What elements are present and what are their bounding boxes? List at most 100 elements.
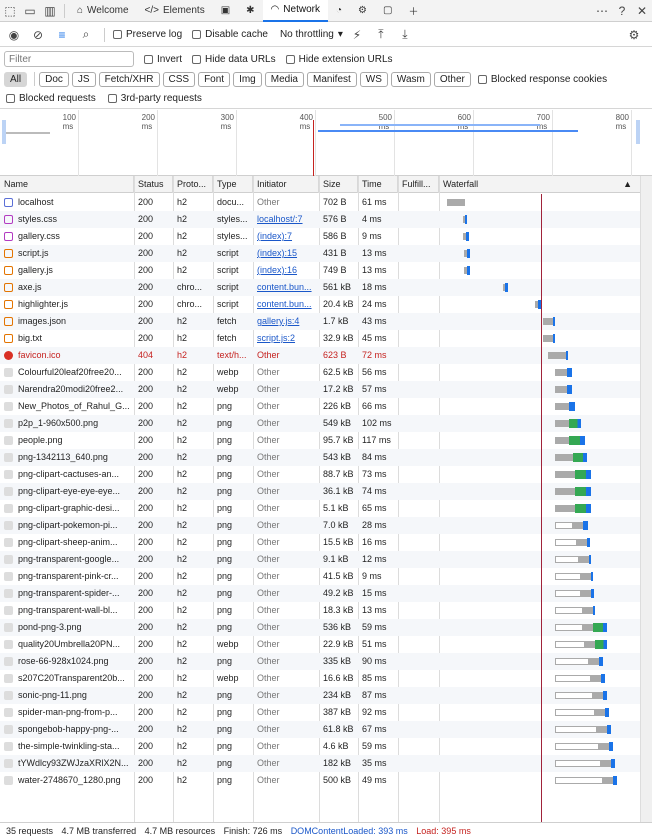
column-header-size[interactable]: Size — [319, 176, 358, 193]
table-row[interactable]: highlighter.js 200 chro... script content.bu… — [0, 296, 640, 313]
invert-checkbox[interactable]: Invert — [144, 54, 182, 65]
table-row[interactable]: p2p_1-960x500.png 200 h2 png Other 549 kB 102 … — [0, 415, 640, 432]
table-row[interactable]: quality20Umbrella20PN... 200 h2 webp Other 22… — [0, 636, 640, 653]
table-row[interactable]: spongebob-happy-png-... 200 h2 png Other 61.8… — [0, 721, 640, 738]
table-row[interactable]: gallery.js 200 h2 script (index):16 749 B 13 m… — [0, 262, 640, 279]
table-row[interactable]: png-clipart-sheep-anim... 200 h2 png Other 15… — [0, 534, 640, 551]
overview-handle-right[interactable] — [636, 120, 640, 144]
table-row[interactable]: styles.css 200 h2 styles... localhost/:7 576 … — [0, 211, 640, 228]
help-icon[interactable]: ? — [612, 1, 632, 21]
tab-settings[interactable]: ⚙ — [350, 0, 375, 22]
table-row[interactable]: png-clipart-eye-eye-eye... 200 h2 png Other 3… — [0, 483, 640, 500]
tab-application[interactable]: ▢ — [375, 0, 400, 22]
cell-init[interactable]: content.bun... — [253, 296, 319, 313]
column-header-waterfall[interactable]: Waterfall ▲ — [439, 176, 640, 193]
table-row[interactable]: images.json 200 h2 fetch gallery.js:4 1.7 kB 4… — [0, 313, 640, 330]
filter-input[interactable] — [4, 51, 134, 67]
cell-init[interactable]: script.js:2 — [253, 330, 319, 347]
preserve-log-checkbox[interactable]: Preserve log — [113, 29, 182, 40]
tab-welcome[interactable]: ⌂ Welcome — [69, 0, 137, 22]
table-row[interactable]: png-clipart-graphic-desi... 200 h2 png Other… — [0, 500, 640, 517]
table-row[interactable]: sonic-png-11.png 200 h2 png Other 234 kB 87 ms — [0, 687, 640, 704]
type-chip-img[interactable]: Img — [233, 71, 262, 87]
table-row[interactable]: png-transparent-pink-cr... 200 h2 png Other 4… — [0, 568, 640, 585]
network-overview[interactable]: 100 ms 200 ms 300 ms 400 ms 500 ms 600 m… — [0, 110, 652, 176]
cell-init[interactable]: (index):7 — [253, 228, 319, 245]
table-row[interactable]: water-2748670_1280.png 200 h2 png Other 500 k… — [0, 772, 640, 789]
type-chip-css[interactable]: CSS — [162, 71, 196, 87]
blocked-requests-checkbox[interactable]: Blocked requests — [6, 93, 96, 104]
sidebar-toggle-icon[interactable]: ▥ — [40, 1, 60, 21]
table-row[interactable]: png-clipart-cactuses-an... 200 h2 png Other 8… — [0, 466, 640, 483]
clear-icon[interactable]: ⊘ — [28, 25, 48, 45]
type-chip-other[interactable]: Other — [433, 71, 471, 87]
add-tab-button[interactable]: ＋ — [400, 0, 426, 22]
table-row[interactable]: Narendra20modi20free2... 200 h2 webp Other 17… — [0, 381, 640, 398]
record-icon[interactable]: ◉ — [4, 25, 24, 45]
type-chip-doc[interactable]: Doc — [39, 71, 69, 87]
export-icon[interactable]: ⤓ — [395, 25, 415, 45]
table-row[interactable]: rose-66-928x1024.png 200 h2 png Other 335 kB 9… — [0, 653, 640, 670]
throttling-select[interactable]: No throttling ▾ — [280, 29, 343, 40]
tab-performance[interactable]: ◔ — [328, 0, 350, 22]
hide-extension-urls-checkbox[interactable]: Hide extension URLs — [285, 54, 393, 65]
hide-data-urls-checkbox[interactable]: Hide data URLs — [192, 54, 276, 65]
table-row[interactable]: people.png 200 h2 png Other 95.7 kB 117 ms — [0, 432, 640, 449]
column-header-name[interactable]: Name — [0, 176, 134, 193]
type-chip-wasm[interactable]: Wasm — [390, 71, 431, 87]
more-icon[interactable]: ⋯ — [592, 1, 612, 21]
disable-cache-checkbox[interactable]: Disable cache — [192, 29, 268, 40]
cell-init[interactable]: (index):15 — [253, 245, 319, 262]
cell-init[interactable]: localhost/:7 — [253, 211, 319, 228]
table-row[interactable]: New_Photos_of_Rahul_G... 200 h2 png Other 226… — [0, 398, 640, 415]
type-chip-manifest[interactable]: Manifest — [307, 71, 357, 87]
device-toggle-icon[interactable]: ▭ — [20, 1, 40, 21]
table-row[interactable]: spider-man-png-from-p... 200 h2 png Other 387… — [0, 704, 640, 721]
column-header-status[interactable]: Status — [134, 176, 173, 193]
import-icon[interactable]: ⤒ — [371, 25, 391, 45]
column-header-protocol[interactable]: Proto... — [173, 176, 213, 193]
table-row[interactable]: the-simple-twinkling-sta... 200 h2 png Other… — [0, 738, 640, 755]
type-chip-fetch[interactable]: Fetch/XHR — [98, 71, 160, 87]
network-conditions-icon[interactable]: ⚡ — [347, 25, 367, 45]
column-header-time[interactable]: Time — [358, 176, 398, 193]
table-row[interactable]: pond-png-3.png 200 h2 png Other 536 kB 59 ms — [0, 619, 640, 636]
close-icon[interactable]: ✕ — [632, 1, 652, 21]
table-row[interactable]: script.js 200 h2 script (index):15 431 B 13 ms — [0, 245, 640, 262]
table-row[interactable]: tYWdlcy93ZWJzaXRlX2N... 200 h2 png Other 182 … — [0, 755, 640, 772]
table-row[interactable]: png-clipart-pokemon-pi... 200 h2 png Other 7.… — [0, 517, 640, 534]
table-row[interactable]: png-1342113_640.png 200 h2 png Other 543 kB 84… — [0, 449, 640, 466]
scrollbar[interactable] — [640, 176, 652, 822]
table-row[interactable]: axe.js 200 chro... script content.bun... 561 … — [0, 279, 640, 296]
search-icon[interactable]: ⌕ — [76, 25, 96, 45]
table-row[interactable]: png-transparent-google... 200 h2 png Other 9.… — [0, 551, 640, 568]
type-chip-media[interactable]: Media — [264, 71, 304, 87]
third-party-checkbox[interactable]: 3rd-party requests — [107, 93, 202, 104]
inspect-icon[interactable]: ⬚ — [0, 1, 20, 21]
column-header-initiator[interactable]: Initiator — [253, 176, 319, 193]
tab-network[interactable]: ◠ Network — [262, 0, 328, 22]
filter-icon[interactable]: ≡ — [52, 25, 72, 45]
tab-console[interactable]: ▣ — [213, 0, 238, 22]
table-row[interactable]: localhost 200 h2 docu... Other 702 B 61 ms — [0, 194, 640, 211]
table-row[interactable]: s207C20Transparent20b... 200 h2 webp Other 16… — [0, 670, 640, 687]
type-chip-font[interactable]: Font — [198, 71, 231, 87]
cell-init[interactable]: content.bun... — [253, 279, 319, 296]
cell-init[interactable]: (index):16 — [253, 262, 319, 279]
blocked-cookies-checkbox[interactable]: Blocked response cookies — [477, 74, 607, 85]
table-row[interactable]: gallery.css 200 h2 styles... (index):7 586 B 9… — [0, 228, 640, 245]
tab-sources[interactable]: ✱ — [238, 0, 262, 22]
column-header-type[interactable]: Type — [213, 176, 253, 193]
table-row[interactable]: png-transparent-wall-bl... 200 h2 png Other 1… — [0, 602, 640, 619]
cell-init[interactable]: gallery.js:4 — [253, 313, 319, 330]
table-row[interactable]: favicon.ico 404 h2 text/h... Other 623 B 72 ms — [0, 347, 640, 364]
settings-gear-icon[interactable]: ⚙ — [624, 25, 644, 45]
type-chip-all[interactable]: All — [4, 71, 28, 87]
table-row[interactable]: Colourful20leaf20free20... 200 h2 webp Other… — [0, 364, 640, 381]
column-header-fulfilled[interactable]: Fulfill... — [398, 176, 439, 193]
type-chip-ws[interactable]: WS — [359, 71, 388, 87]
tab-elements[interactable]: </> Elements — [137, 0, 213, 22]
type-chip-js[interactable]: JS — [71, 71, 96, 87]
table-row[interactable]: big.txt 200 h2 fetch script.js:2 32.9 kB 45 ms — [0, 330, 640, 347]
table-row[interactable]: png-transparent-spider-... 200 h2 png Other 4… — [0, 585, 640, 602]
